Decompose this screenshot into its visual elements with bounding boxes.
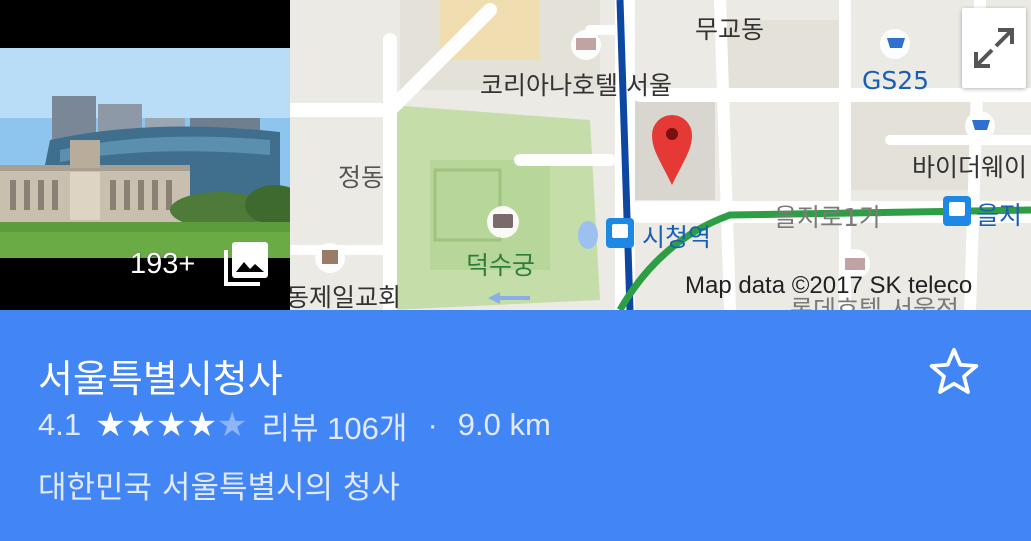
map-label-deoksugung: 덕수궁: [466, 251, 536, 280]
star-filled-icon: ★: [156, 406, 187, 444]
star-outline-icon: [929, 347, 979, 394]
map-view[interactable]: 무교동 코리아나호텔 서울 GS25 정동 바이더웨이 덕수궁 시청역 을지로1…: [290, 0, 1031, 310]
expand-icon: [974, 28, 1014, 68]
map-label-city-hall-station: 시청역: [642, 223, 712, 252]
expand-map-button[interactable]: [962, 8, 1026, 88]
photo-library-icon: [220, 238, 272, 290]
map-label-gs25: GS25: [862, 66, 930, 95]
place-info-panel[interactable]: 서울특별시청사 4.1 ★ ★ ★ ★ ★ 리뷰 106개 · 9.0 km 대…: [0, 310, 1031, 541]
rating-stars: ★ ★ ★ ★ ★: [95, 408, 247, 442]
map-label-jeongdong-church: 동제일교회: [290, 283, 402, 310]
map-label-koreana-hotel: 코리아나호텔 서울: [480, 71, 672, 100]
rating-value: 4.1: [38, 407, 82, 442]
place-photo[interactable]: 193+: [0, 0, 290, 310]
photo-count: 193+: [130, 248, 196, 280]
place-description: 대한민국 서울특별시의 청사: [38, 470, 400, 506]
star-filled-icon: ★: [95, 406, 126, 444]
map-label-jeong-dong: 정동: [338, 163, 385, 192]
place-name: 서울특별시청사: [38, 357, 283, 401]
star-empty-icon: ★: [217, 406, 248, 444]
star-filled-icon: ★: [125, 406, 157, 444]
save-place-button[interactable]: [926, 344, 982, 400]
star-filled-icon: ★: [186, 406, 218, 444]
review-count: 리뷰 106개: [261, 410, 408, 446]
map-copyright: Map data ©2017 SK teleco: [685, 272, 973, 299]
map-label-euljiro-station: 을지: [976, 201, 1023, 230]
map-label-mugyo-dong: 무교동: [695, 15, 765, 44]
separator: ·: [427, 407, 438, 442]
rating-row[interactable]: 4.1 ★ ★ ★ ★ ★ 리뷰 106개 · 9.0 km: [38, 402, 551, 448]
map-label-euljiro-1ga: 을지로1가: [774, 203, 882, 232]
distance: 9.0 km: [457, 407, 551, 442]
map-label-buy-the-way: 바이더웨이: [912, 153, 1028, 182]
